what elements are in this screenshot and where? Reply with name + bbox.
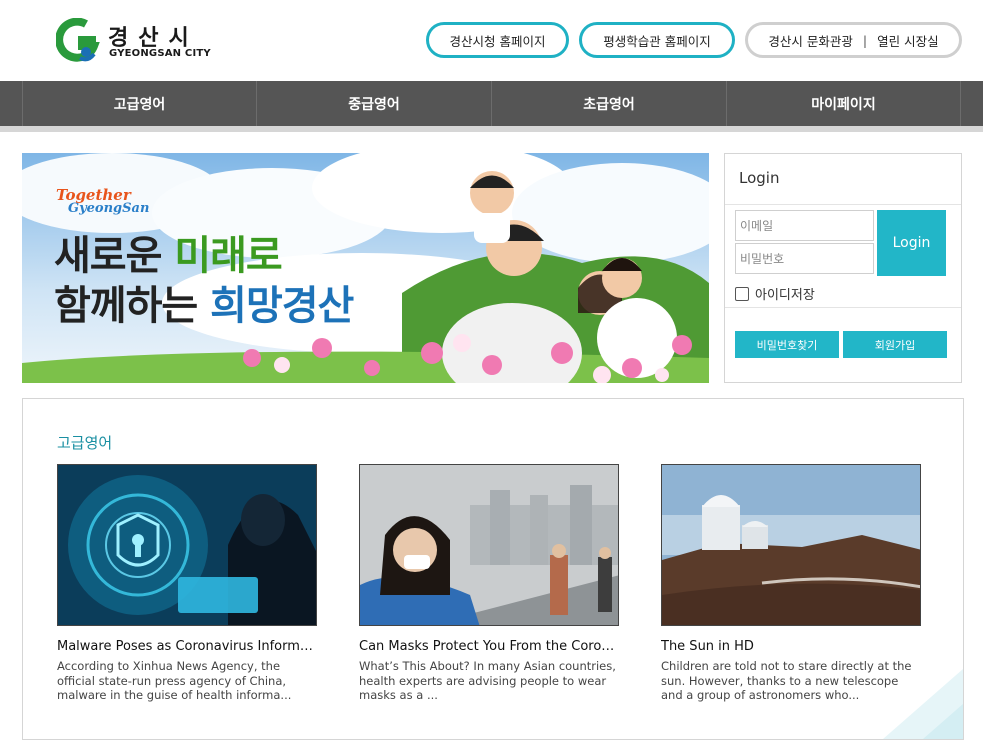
nav-beginner-english[interactable]: 초급영어 (491, 81, 726, 126)
section-title: 고급영어 (57, 434, 113, 452)
join-button[interactable]: 회원가입 (843, 331, 947, 358)
learning-center-label: 평생학습관 홈페이지 (603, 33, 711, 49)
gyeongsan-logo[interactable]: 경산시 GYEONGSAN CITY (56, 18, 216, 64)
main-banner: Together GyeongSan 새로운 미래로 함께하는 희망경산 (22, 153, 709, 383)
city-homepage-button[interactable]: 경산시청 홈페이지 (426, 22, 569, 58)
logo-english-text: GYEONGSAN CITY (109, 48, 211, 59)
article-description: Children are told not to stare directly … (661, 659, 912, 702)
mayor-office-link[interactable]: 열린 시장실 (877, 31, 938, 50)
article-card: Malware Poses as Coronavirus Information… (57, 464, 319, 703)
culture-mayor-links: 경산시 문화관광 | 열린 시장실 (745, 22, 962, 58)
article-description: According to Xinhua News Agency, the off… (57, 659, 292, 702)
remember-id-checkbox[interactable] (735, 286, 749, 301)
slogan-1b: 미래로 (174, 233, 282, 279)
nav-intermediate-english[interactable]: 중급영어 (256, 81, 491, 126)
article-thumbnail[interactable] (359, 464, 619, 626)
hacker-image (58, 465, 316, 625)
advanced-english-section: 고급영어 Malware Poses as Coronavirus Inform… (22, 398, 964, 740)
article-thumbnail[interactable] (57, 464, 317, 626)
login-divider (725, 204, 961, 205)
login-panel: Login Login 아이디저장 비밀번호찾기 회원가입 (724, 153, 962, 383)
article-title[interactable]: The Sun in HD (661, 639, 921, 654)
observatory-image (662, 465, 920, 625)
remember-id: 아이디저장 (735, 284, 815, 303)
login-divider-2 (725, 307, 961, 308)
article-thumbnail[interactable] (661, 464, 921, 626)
banner-slogan: 새로운 미래로 함께하는 희망경산 (54, 231, 354, 331)
slogan-1a: 새로운 (54, 233, 175, 279)
slogan-line-1: 새로운 미래로 (54, 231, 353, 281)
article-card: The Sun in HD Children are told not to s… (661, 464, 923, 703)
remember-id-label: 아이디저장 (755, 288, 815, 303)
city-homepage-label: 경산시청 홈페이지 (449, 33, 546, 49)
learning-center-homepage-button[interactable]: 평생학습관 홈페이지 (579, 22, 735, 58)
slogan-line-2: 함께하는 희망경산 (54, 281, 354, 331)
article-description: What’s This About? In many Asian countri… (359, 659, 616, 702)
article-card: Can Masks Protect You From the Coronavir… (359, 464, 621, 703)
masked-people-image (360, 465, 618, 625)
together-gyeongsan-logo: Together GyeongSan (56, 188, 150, 216)
login-button[interactable]: Login (877, 210, 946, 276)
login-title: Login (739, 169, 780, 187)
find-password-button[interactable]: 비밀번호찾기 (735, 331, 839, 358)
site-header: 경산시 GYEONGSAN CITY 경산시청 홈페이지 평생학습관 홈페이지 … (0, 0, 983, 80)
password-input[interactable] (735, 243, 874, 274)
slogan-2a: 함께하는 (54, 283, 211, 329)
gyeongsan-text: GyeongSan (68, 201, 150, 216)
nav-advanced-english[interactable]: 고급영어 (22, 81, 256, 126)
email-input[interactable] (735, 210, 874, 241)
nav-my-page[interactable]: 마이페이지 (726, 81, 961, 126)
main-nav: 고급영어 중급영어 초급영어 마이페이지 (0, 81, 983, 132)
link-separator: | (862, 32, 868, 48)
slogan-2b: 희망경산 (210, 283, 354, 329)
article-title[interactable]: Can Masks Protect You From the Coronavir… (359, 639, 619, 654)
gyeongsan-logo-icon (56, 18, 100, 62)
article-title[interactable]: Malware Poses as Coronavirus Information (57, 639, 317, 654)
culture-tourism-link[interactable]: 경산시 문화관광 (768, 31, 852, 50)
